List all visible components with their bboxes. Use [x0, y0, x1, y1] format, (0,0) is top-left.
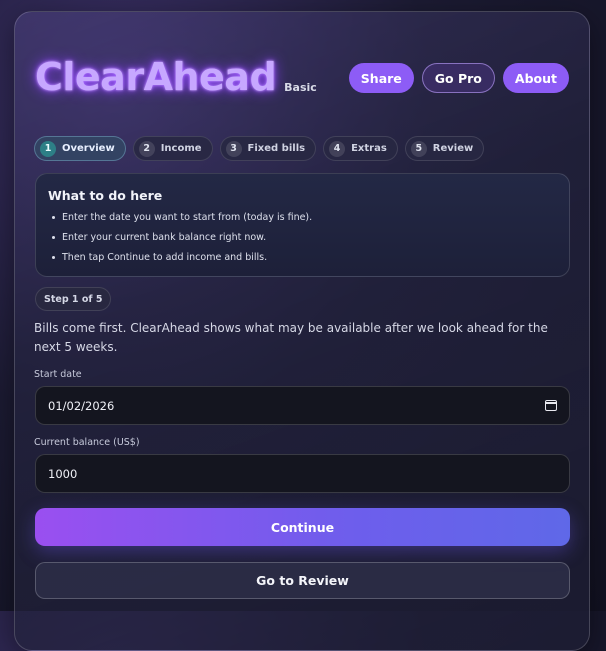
help-item: Then tap Continue to add income and bill… [48, 252, 557, 263]
balance-value: 1000 [48, 466, 78, 481]
help-panel: What to do here Enter the date you want … [35, 173, 570, 277]
continue-button[interactable]: Continue [35, 508, 570, 546]
step-number: 1 [40, 140, 56, 157]
plan-tier-label: Basic [284, 81, 317, 94]
help-title: What to do here [48, 188, 163, 203]
step-label: Income [160, 143, 202, 154]
step-tab-review[interactable]: 5 Review [404, 136, 485, 161]
step-number: 2 [138, 140, 155, 157]
app-logo: ClearAhead [35, 55, 277, 99]
step-progress-badge: Step 1 of 5 [35, 287, 112, 311]
step-tab-income[interactable]: 2 Income [132, 136, 213, 161]
go-to-review-button[interactable]: Go to Review [35, 562, 570, 599]
start-date-label: Start date [34, 369, 82, 380]
help-item: Enter your current bank balance right no… [48, 232, 557, 243]
step-label: Fixed bills [247, 143, 306, 154]
go-pro-button[interactable]: Go Pro [421, 63, 495, 93]
step-number: 3 [225, 140, 242, 157]
step-tab-fixed-bills[interactable]: 3 Fixed bills [219, 136, 317, 161]
step-number: 4 [329, 140, 346, 157]
balance-input[interactable]: 1000 [35, 454, 570, 493]
help-item: Enter the date you want to start from (t… [48, 212, 557, 223]
calendar-icon[interactable] [545, 400, 557, 411]
start-date-input[interactable]: 01/02/2026 [35, 386, 570, 425]
step-label: Review [432, 143, 474, 154]
share-button[interactable]: Share [348, 63, 414, 93]
step-number: 5 [410, 140, 427, 157]
start-date-value: 01/02/2026 [48, 398, 115, 413]
help-list: Enter the date you want to start from (t… [48, 212, 557, 263]
step-label: Extras [351, 143, 387, 154]
app-card: ClearAhead Basic Share Go Pro About 1 Ov… [14, 11, 590, 651]
intro-text: Bills come first. ClearAhead shows what … [34, 321, 548, 354]
about-button[interactable]: About [502, 63, 569, 93]
step-tabs: 1 Overview 2 Income 3 Fixed bills 4 Extr… [34, 136, 485, 161]
balance-label: Current balance (US$) [34, 437, 140, 448]
header-actions: Share Go Pro About [348, 63, 569, 93]
step-tab-extras[interactable]: 4 Extras [323, 136, 398, 161]
brand: ClearAhead Basic [35, 58, 317, 96]
step-tab-overview[interactable]: 1 Overview [34, 136, 126, 161]
step-label: Overview [62, 143, 115, 154]
